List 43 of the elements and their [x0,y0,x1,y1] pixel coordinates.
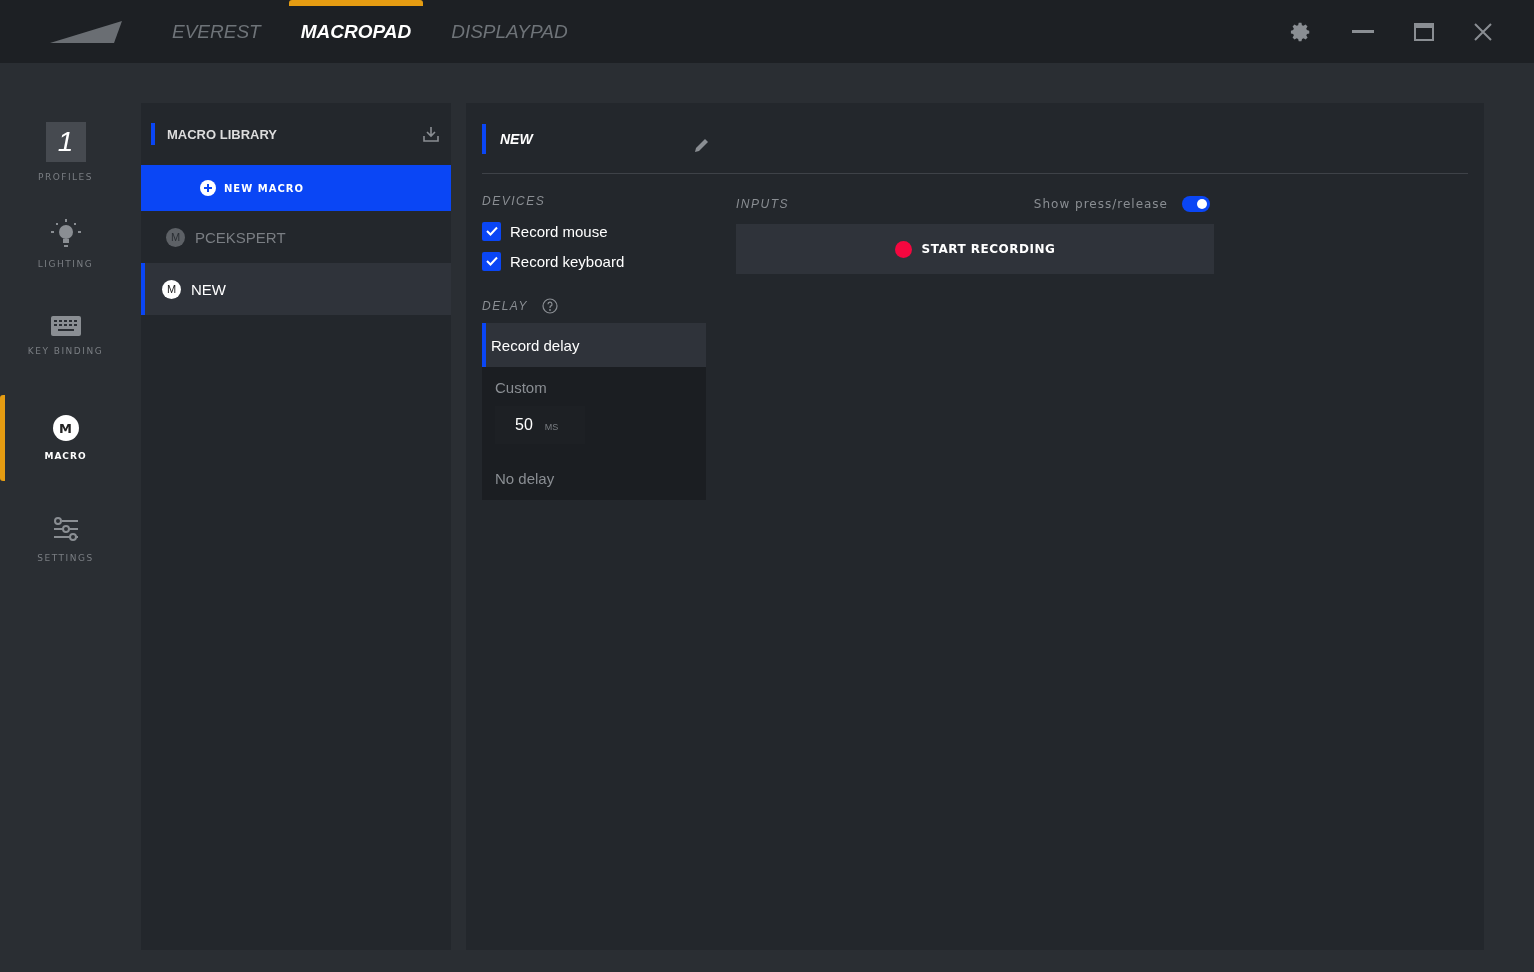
delay-option[interactable]: Record delay [482,323,706,367]
macro-name: NEW [191,280,226,298]
logo-icon [50,19,122,44]
minimize-icon[interactable] [1352,29,1374,34]
toggle-label: Show press/release [1033,197,1168,211]
macro-badge: M [162,279,181,299]
record-dot-icon [894,240,912,258]
bulb-icon [49,219,82,249]
settings-icon[interactable] [1290,20,1312,43]
macro-name: PCEKSPERT [195,228,286,246]
toggle-switch[interactable] [1182,196,1210,212]
pencil-icon[interactable] [694,137,710,153]
macro-list-item[interactable]: M NEW [141,263,451,315]
delay-option[interactable]: No delay [482,456,706,500]
device-tab[interactable]: MACROPAD [288,0,424,63]
delay-option-label: Record delay [491,336,581,354]
section-heading: DELAY [482,299,528,313]
new-macro-button[interactable]: NEW MACRO [141,165,451,211]
maximize-icon[interactable] [1414,22,1434,41]
nav-item[interactable]: 1 PROFILES [0,119,126,185]
download-icon[interactable] [423,126,439,142]
checkbox-label: Record mouse [510,222,608,240]
section-heading: DEVICES [482,194,547,208]
delay-option-label: Custom [495,379,548,396]
section-heading: INPUTS [736,197,790,211]
plus-icon [200,180,216,196]
delay-option[interactable]: Custom 50 MS [482,367,706,456]
macro-name-field[interactable]: NEW [500,131,680,147]
checkbox[interactable] [482,221,501,241]
start-recording-button[interactable]: START RECORDING [736,224,1214,274]
checkbox[interactable] [482,251,501,271]
nav-item[interactable]: M MACRO [0,395,126,481]
profile-badge: 1 [45,122,86,162]
library-title: MACRO LIBRARY [167,126,278,142]
macro-badge: M [52,415,79,441]
keyboard-icon [50,316,81,336]
close-icon[interactable] [1474,22,1492,41]
check-icon [485,256,498,266]
check-icon [485,226,498,236]
delay-option-label: No delay [495,469,556,487]
sliders-icon [52,517,79,543]
help-icon[interactable] [541,298,558,314]
checkbox-label: Record keyboard [510,252,625,270]
